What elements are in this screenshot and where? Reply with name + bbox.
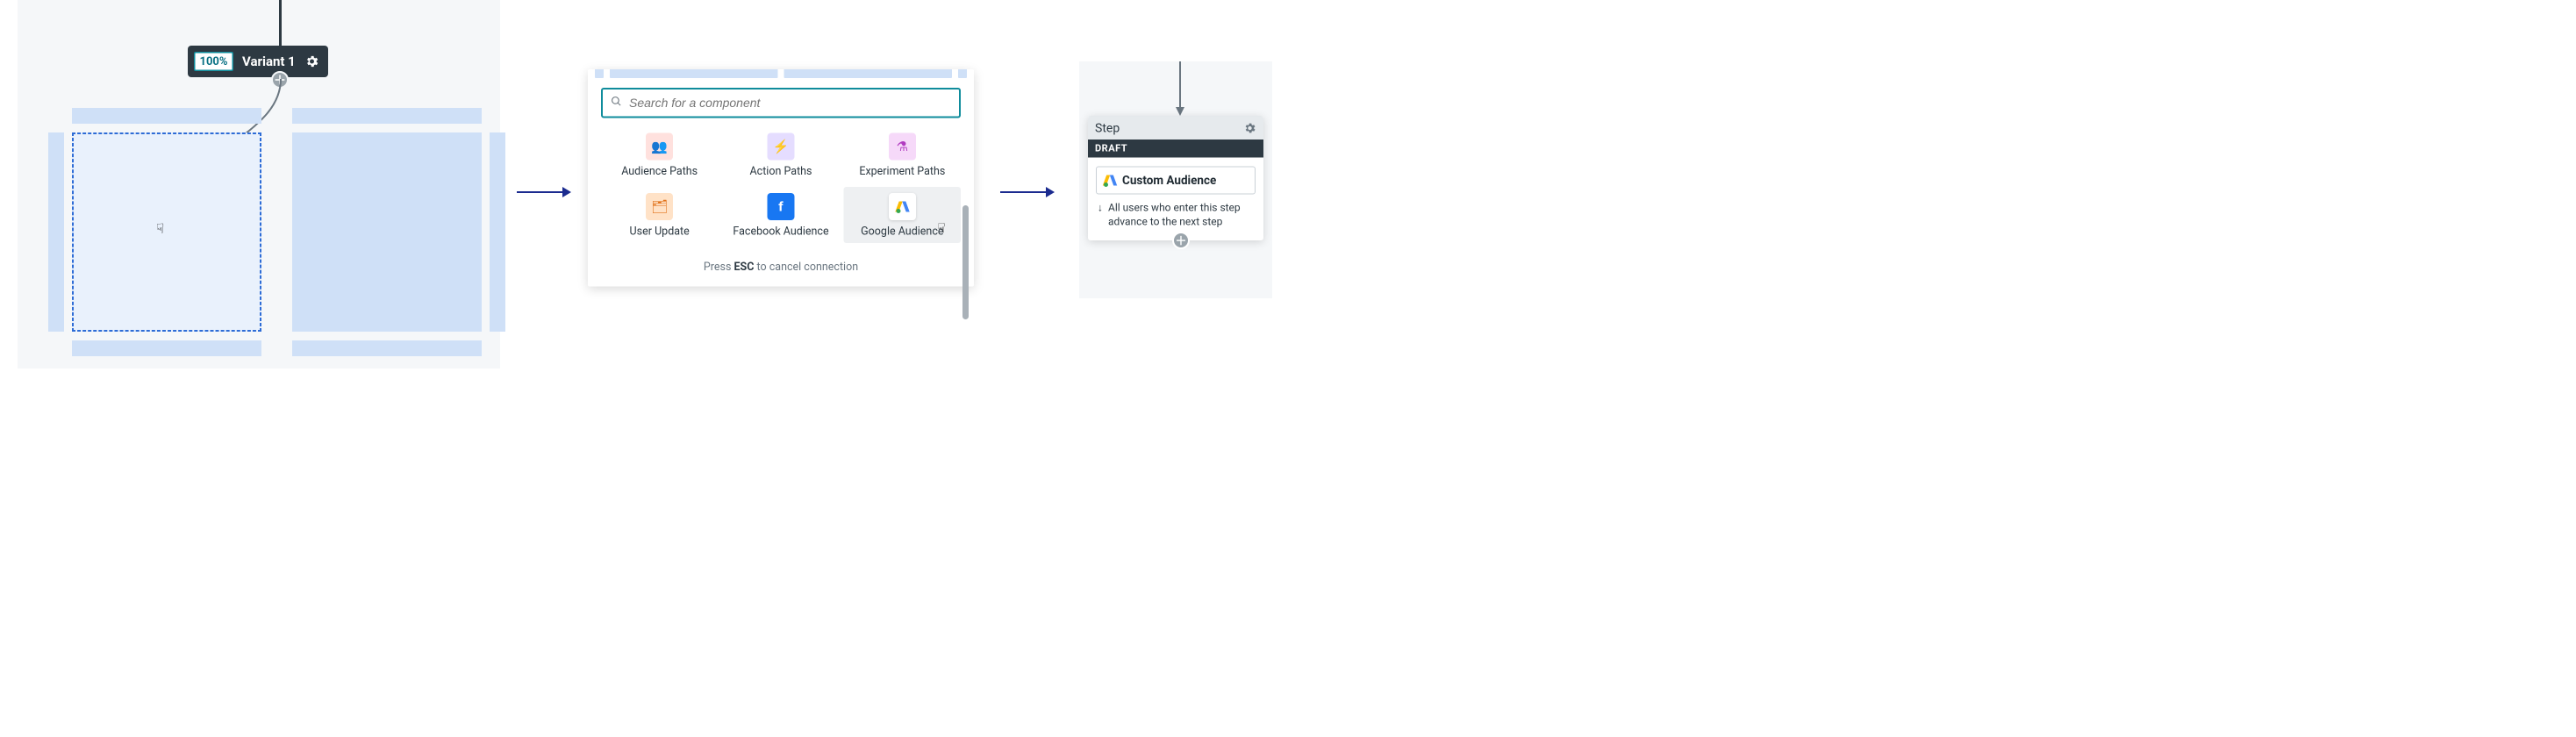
layout-placeholder [490, 132, 505, 332]
arrow-down-icon: ↓ [1098, 201, 1103, 229]
status-badge: DRAFT [1088, 140, 1263, 158]
layout-placeholder [72, 340, 261, 356]
add-node-handle[interactable]: ＋ [1172, 232, 1190, 249]
step-panel: Step DRAFT Custom Audience ↓ All users w… [1079, 61, 1272, 298]
layout-placeholder [72, 108, 261, 124]
drop-target[interactable] [72, 132, 261, 332]
layout-placeholder [292, 132, 482, 332]
cursor-icon: ☟ [937, 220, 945, 236]
flow-arrow-icon [517, 191, 569, 193]
component-grid: 👥 Audience Paths ⚡ Action Paths ⚗ Experi… [588, 127, 974, 243]
component-label: Audience Paths [621, 165, 698, 179]
variant-name-label: Variant 1 [242, 54, 296, 69]
variant-node[interactable]: 100% Variant 1 [188, 46, 328, 77]
flow-arrow-icon [1000, 191, 1053, 193]
component-label: Experiment Paths [859, 165, 945, 179]
add-node-handle[interactable]: ＋ [271, 71, 289, 89]
step-card[interactable]: Step DRAFT Custom Audience ↓ All users w… [1088, 116, 1263, 240]
component-picker-popover: 👥 Audience Paths ⚡ Action Paths ⚗ Experi… [588, 69, 974, 286]
gear-icon[interactable] [304, 54, 319, 69]
chip-label: Custom Audience [1122, 174, 1216, 188]
popover-decoration [588, 69, 974, 78]
layout-placeholder [48, 132, 64, 332]
google-ads-icon [889, 193, 916, 220]
user-update-icon: 🗂 [646, 193, 673, 220]
component-user-update[interactable]: 🗂 User Update [601, 187, 718, 243]
gear-icon[interactable] [1243, 121, 1256, 134]
layout-placeholder [292, 340, 482, 356]
component-experiment-paths[interactable]: ⚗ Experiment Paths [844, 127, 961, 183]
canvas-panel: 100% Variant 1 ＋ ☟ [18, 0, 500, 368]
component-label: User Update [630, 225, 690, 239]
connector-line [1171, 61, 1189, 118]
search-field[interactable] [601, 88, 961, 118]
google-ads-icon [1104, 175, 1116, 187]
connector-stub [279, 0, 282, 47]
component-facebook-audience[interactable]: f Facebook Audience [722, 187, 839, 243]
search-icon [611, 96, 622, 111]
step-header: Step [1088, 117, 1263, 140]
cursor-icon: ☟ [156, 221, 164, 237]
variant-percent-badge: 100% [194, 52, 233, 71]
experiment-paths-icon: ⚗ [889, 133, 916, 161]
facebook-icon: f [767, 193, 794, 220]
step-chip[interactable]: Custom Audience [1096, 167, 1256, 195]
component-label: Facebook Audience [733, 225, 828, 239]
scrollbar[interactable] [962, 205, 969, 319]
component-label: Google Audience [861, 225, 943, 239]
step-title: Step [1095, 121, 1120, 136]
component-action-paths[interactable]: ⚡ Action Paths [722, 127, 839, 183]
layout-placeholder [292, 108, 482, 124]
picker-hint: Press ESC to cancel connection [588, 261, 974, 274]
audience-paths-icon: 👥 [646, 133, 673, 161]
search-input[interactable] [629, 96, 951, 110]
action-paths-icon: ⚡ [767, 133, 794, 161]
component-audience-paths[interactable]: 👥 Audience Paths [601, 127, 718, 183]
component-label: Action Paths [749, 165, 812, 179]
